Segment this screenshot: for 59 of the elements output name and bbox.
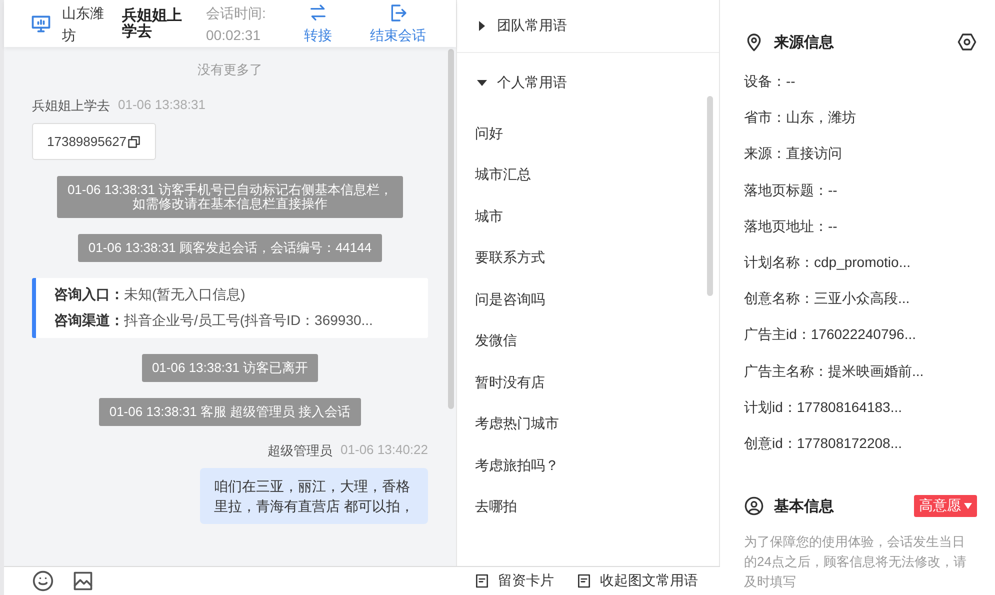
message-time: 01-06 13:40:22 [340, 442, 428, 459]
source-field: 落地页标题：-- [744, 182, 838, 200]
phrase-item[interactable]: 要联系方式 [457, 238, 719, 279]
no-more-text: 没有更多了 [196, 61, 264, 79]
intent-tag[interactable]: 高意愿 [914, 495, 977, 518]
end-session-button[interactable]: 结束会话 [370, 2, 426, 44]
toolbar-button[interactable]: 留资卡片 [474, 572, 554, 590]
sender-name: 兵姐姐上学去 [32, 97, 110, 115]
visitor-name: 兵姐姐上学去 [122, 8, 183, 40]
source-field: 设备：-- [744, 73, 796, 92]
phrase-item[interactable]: 发微信 [457, 320, 719, 362]
source-field: 来源：直接访问 [744, 145, 842, 164]
toolbar-button[interactable]: 收起图文常用语 [576, 572, 698, 590]
notice-text: 为了保障您的使用体验，会话发生当日的24点之后，顾客信息将无法修改，请及时填写 [744, 533, 968, 592]
source-field: 创意id：177808172208... [744, 434, 902, 453]
system-notice: 01-06 13:38:31 访客已离开 [142, 354, 318, 382]
phrase-group[interactable]: 团队常用语 [457, 0, 719, 53]
message-bubble: 咱们在三亚，丽江，大理，香格里拉，青海有直营店 都可以拍， [200, 468, 428, 524]
phrase-item[interactable]: 考虑旅拍吗？ [457, 445, 719, 486]
phrase-item[interactable]: 考虑热门城市 [457, 404, 719, 445]
source-field: 计划id：177808164183... [744, 398, 902, 417]
info-row-text: 咨询入口：未知(暂无入口信息) [54, 286, 246, 304]
source-field: 省市：山东，潍坊 [744, 109, 856, 128]
sender-name: 超级管理员 [268, 442, 333, 460]
emoji-icon [32, 570, 54, 592]
phrase-item[interactable]: 暂时没有店 [457, 362, 719, 404]
source-field: 广告主id：176022240796... [744, 326, 916, 344]
location-text: 山东潍坊 [62, 4, 105, 44]
system-notice: 01-06 13:38:31 顾客发起会话，会话编号：44144 [78, 234, 382, 262]
notice-line: 如需修改请在基本信息栏直接操作 [131, 197, 328, 211]
notice-line: 01-06 13:38:31 访客手机号已自动标记右侧基本信息栏， [67, 183, 393, 197]
image-icon [72, 570, 94, 592]
system-notice: 01-06 13:38:31 客服 超级管理员 接入会话 [99, 398, 361, 426]
phrase-item[interactable]: 问好 [457, 113, 719, 154]
caret-right-icon [477, 21, 487, 31]
section-title: 来源信息 [774, 32, 835, 52]
message-time: 01-06 13:38:31 [118, 97, 206, 114]
session-timer: 会话时间: 00:02:31 [206, 4, 267, 44]
phrase-item[interactable]: 问是咨询吗 [457, 279, 719, 320]
phrase-item[interactable]: 城市 [457, 196, 719, 238]
source-field: 创意名称：三亚小众高段... [744, 290, 910, 308]
phrase-item[interactable]: 城市汇总 [457, 154, 719, 196]
document-icon [474, 573, 490, 589]
copy-icon [126, 134, 141, 148]
swap-arrows-icon [308, 2, 328, 22]
source-field: 计划名称：cdp_promotio... [744, 254, 910, 272]
caret-down-icon [964, 503, 972, 510]
user-circle-icon [744, 496, 764, 516]
document-icon [576, 573, 592, 589]
source-field: 广告主名称：提米映画婚前... [744, 362, 924, 381]
source-field: 落地页地址：-- [744, 218, 838, 236]
phrase-group[interactable]: 个人常用语 [457, 53, 719, 113]
transfer-button[interactable]: 转接 [304, 2, 332, 44]
phrase-item[interactable]: 去哪拍 [457, 486, 719, 528]
section-title: 基本信息 [774, 496, 835, 516]
message-bubble: 17389895627 [32, 123, 156, 160]
hexagon-settings-icon [957, 32, 977, 52]
info-row-text: 咨询渠道：抖音企业号/员工号(抖音号ID：369930... [54, 312, 374, 330]
caret-down-icon [477, 78, 487, 88]
